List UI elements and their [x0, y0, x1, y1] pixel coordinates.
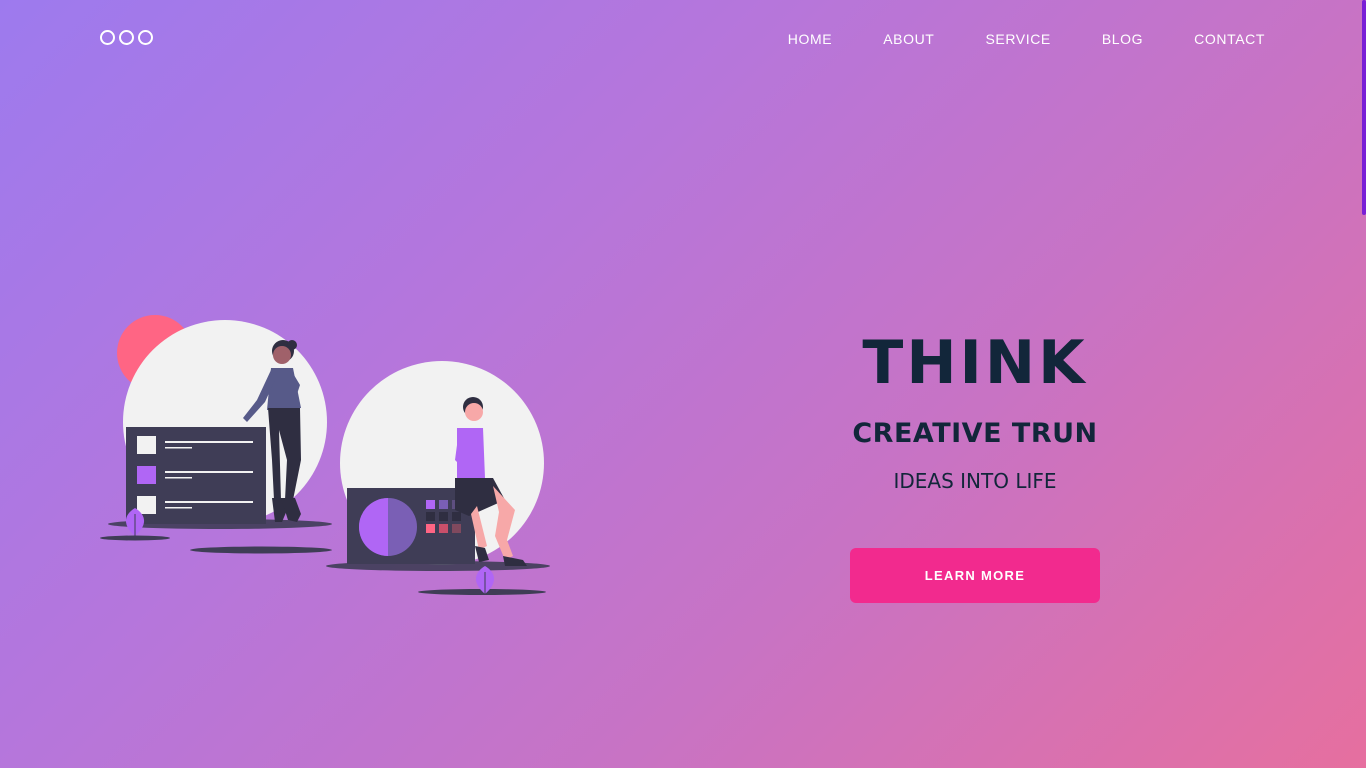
logo-icon[interactable]	[100, 30, 153, 45]
logo-circle	[100, 30, 115, 45]
list-panel-icon	[126, 427, 266, 524]
logo-circle	[138, 30, 153, 45]
nav-contact-link[interactable]: CONTACT	[1194, 31, 1265, 47]
people-with-dashboards-illustration-icon	[100, 315, 550, 595]
learn-more-button[interactable]: LEARN MORE	[850, 548, 1100, 603]
nav-blog-link[interactable]: BLOG	[1102, 31, 1143, 47]
nav-home-link[interactable]: HOME	[788, 31, 832, 47]
scrollbar-thumb[interactable]	[1362, 0, 1366, 215]
nav-about-link[interactable]: ABOUT	[883, 31, 934, 47]
main-nav: HOME ABOUT SERVICE BLOG CONTACT	[788, 31, 1265, 47]
hero-text-block: THINK CREATIVE TRUN IDEAS INTO LIFE	[850, 326, 1100, 496]
logo-circle	[119, 30, 134, 45]
page-scrollbar[interactable]	[1361, 0, 1366, 768]
hero-title: THINK	[862, 328, 1088, 398]
nav-service-link[interactable]: SERVICE	[985, 31, 1050, 47]
hero-subtitle: CREATIVE TRUN	[852, 418, 1098, 449]
hero-tagline: IDEAS INTO LIFE	[893, 469, 1057, 493]
